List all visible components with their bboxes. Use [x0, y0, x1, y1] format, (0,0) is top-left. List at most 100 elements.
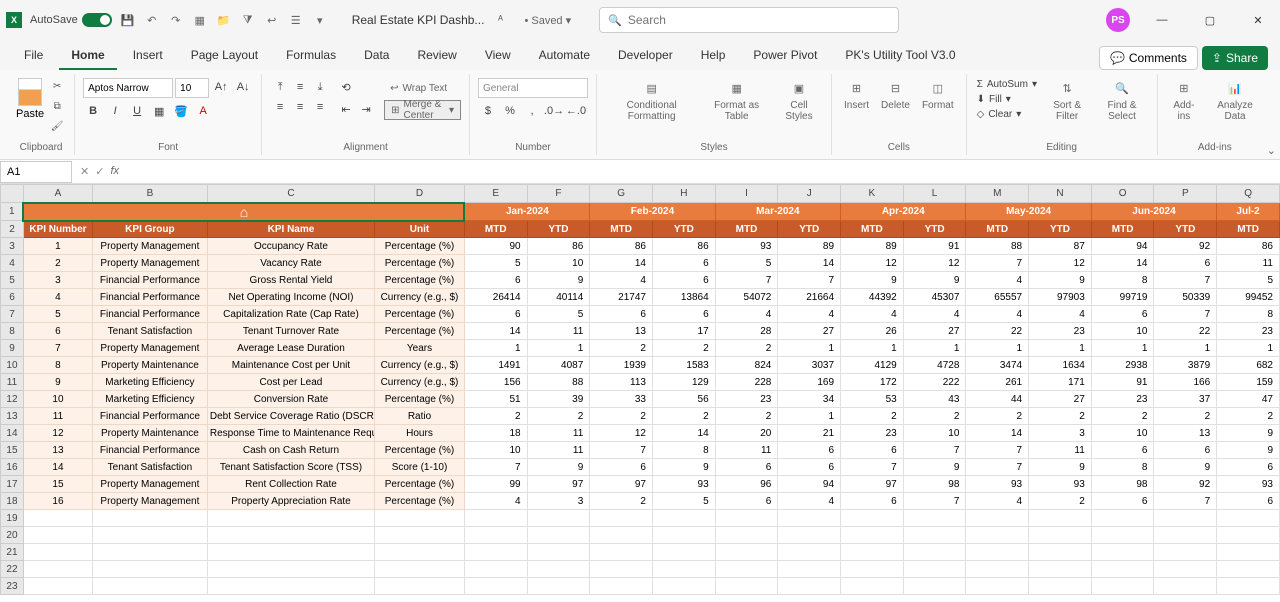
data-cell[interactable]: 17	[652, 323, 715, 340]
percent-icon[interactable]: %	[500, 102, 520, 120]
data-cell[interactable]: 37	[1154, 391, 1217, 408]
data-cell[interactable]: 4	[590, 272, 653, 289]
data-cell[interactable]: 13	[1154, 425, 1217, 442]
empty-cell[interactable]	[778, 578, 841, 595]
data-cell[interactable]: Capitalization Rate (Cap Rate)	[207, 306, 374, 323]
data-cell[interactable]: 1	[23, 238, 92, 255]
data-cell[interactable]: 14	[590, 255, 653, 272]
data-cell[interactable]: 682	[1217, 357, 1280, 374]
empty-cell[interactable]	[207, 510, 374, 527]
data-cell[interactable]: 93	[652, 476, 715, 493]
data-cell[interactable]: Property Management	[92, 238, 207, 255]
data-cell[interactable]: 7	[903, 442, 966, 459]
header-cell[interactable]: YTD	[778, 221, 841, 238]
folder-icon[interactable]: 📁	[216, 12, 232, 28]
data-cell[interactable]: 12	[590, 425, 653, 442]
row-header[interactable]: 19	[1, 510, 24, 527]
empty-cell[interactable]	[1154, 544, 1217, 561]
data-cell[interactable]: Marketing Efficiency	[92, 391, 207, 408]
data-cell[interactable]: 1939	[590, 357, 653, 374]
empty-cell[interactable]	[652, 510, 715, 527]
data-cell[interactable]: 3879	[1154, 357, 1217, 374]
data-cell[interactable]: 44392	[841, 289, 904, 306]
data-cell[interactable]: 4129	[841, 357, 904, 374]
data-cell[interactable]: 6	[1217, 459, 1280, 476]
decrease-font-icon[interactable]: A↓	[233, 78, 253, 96]
data-cell[interactable]: Percentage (%)	[375, 323, 465, 340]
data-cell[interactable]: Currency (e.g., $)	[375, 374, 465, 391]
row-header[interactable]: 10	[1, 357, 24, 374]
data-cell[interactable]: 8	[1217, 306, 1280, 323]
col-header[interactable]: Q	[1217, 185, 1280, 203]
data-cell[interactable]: 6	[841, 442, 904, 459]
empty-cell[interactable]	[1217, 527, 1280, 544]
data-cell[interactable]: 14	[23, 459, 92, 476]
data-cell[interactable]: 4	[23, 289, 92, 306]
data-cell[interactable]: 12	[23, 425, 92, 442]
empty-cell[interactable]	[1091, 527, 1154, 544]
comma-icon[interactable]: ,	[522, 102, 542, 120]
data-cell[interactable]: 1	[1217, 340, 1280, 357]
data-cell[interactable]: 2938	[1091, 357, 1154, 374]
data-cell[interactable]: Occupancy Rate	[207, 238, 374, 255]
col-header[interactable]: G	[590, 185, 653, 203]
data-cell[interactable]: 3	[527, 493, 590, 510]
data-cell[interactable]: 4	[903, 306, 966, 323]
autosave-toggle[interactable]: AutoSave	[30, 13, 112, 27]
data-cell[interactable]: Ratio	[375, 408, 465, 425]
data-cell[interactable]: Percentage (%)	[375, 442, 465, 459]
data-cell[interactable]: 6	[1091, 306, 1154, 323]
data-cell[interactable]: 99	[464, 476, 527, 493]
data-cell[interactable]: 6	[590, 306, 653, 323]
empty-cell[interactable]	[23, 510, 92, 527]
data-cell[interactable]: 11	[1029, 442, 1092, 459]
data-cell[interactable]: 5	[527, 306, 590, 323]
data-cell[interactable]: 6	[652, 272, 715, 289]
data-cell[interactable]: 26	[841, 323, 904, 340]
data-cell[interactable]: Marketing Efficiency	[92, 374, 207, 391]
header-cell[interactable]: MTD	[1217, 221, 1280, 238]
empty-cell[interactable]	[966, 544, 1029, 561]
data-cell[interactable]: 21	[778, 425, 841, 442]
empty-cell[interactable]	[464, 527, 527, 544]
data-cell[interactable]: 156	[464, 374, 527, 391]
data-cell[interactable]: 7	[715, 272, 778, 289]
data-cell[interactable]: 4	[778, 306, 841, 323]
comments-button[interactable]: 💬 Comments	[1099, 46, 1198, 70]
empty-cell[interactable]	[652, 527, 715, 544]
data-cell[interactable]: 11	[1217, 255, 1280, 272]
row-header[interactable]: 18	[1, 493, 24, 510]
header-cell[interactable]: YTD	[652, 221, 715, 238]
data-cell[interactable]: 9	[23, 374, 92, 391]
data-cell[interactable]: Debt Service Coverage Ratio (DSCR)	[207, 408, 374, 425]
copy-icon[interactable]: ⧉	[48, 98, 66, 114]
data-cell[interactable]: 23	[1217, 323, 1280, 340]
data-cell[interactable]: Percentage (%)	[375, 493, 465, 510]
data-cell[interactable]: Property Maintenance	[92, 425, 207, 442]
data-cell[interactable]: Percentage (%)	[375, 306, 465, 323]
data-cell[interactable]: 9	[1029, 272, 1092, 289]
maximize-icon[interactable]: ▢	[1194, 4, 1226, 36]
format-cells-button[interactable]: ◫Format	[918, 78, 958, 111]
tab-page-layout[interactable]: Page Layout	[179, 42, 270, 70]
data-cell[interactable]: Score (1-10)	[375, 459, 465, 476]
row-header[interactable]: 1	[1, 203, 24, 221]
empty-cell[interactable]	[23, 561, 92, 578]
clear-button[interactable]: ◇ Clear ▾	[975, 108, 1039, 121]
data-cell[interactable]: 4087	[527, 357, 590, 374]
increase-font-icon[interactable]: A↑	[211, 78, 231, 96]
data-cell[interactable]: 51	[464, 391, 527, 408]
data-cell[interactable]: 4	[715, 306, 778, 323]
row-header[interactable]: 15	[1, 442, 24, 459]
data-cell[interactable]: 129	[652, 374, 715, 391]
empty-cell[interactable]	[903, 578, 966, 595]
data-cell[interactable]: 8	[23, 357, 92, 374]
fill-color-icon[interactable]: 🪣	[171, 102, 191, 120]
data-cell[interactable]: 8	[1091, 272, 1154, 289]
delete-cells-button[interactable]: ⊟Delete	[877, 78, 914, 111]
data-cell[interactable]: Percentage (%)	[375, 476, 465, 493]
data-cell[interactable]: 27	[1029, 391, 1092, 408]
data-cell[interactable]: 18	[464, 425, 527, 442]
col-header[interactable]: J	[778, 185, 841, 203]
data-cell[interactable]: 9	[652, 459, 715, 476]
